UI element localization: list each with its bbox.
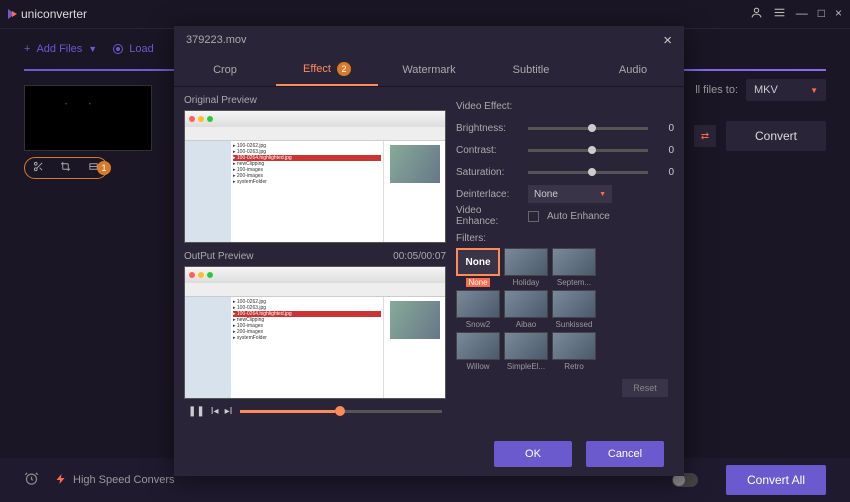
- ok-button[interactable]: OK: [494, 441, 572, 467]
- swap-button[interactable]: ⇄: [694, 125, 716, 147]
- output-label-suffix: ll files to:: [695, 84, 738, 96]
- modal-footer: OK Cancel: [174, 432, 684, 476]
- output-format-select[interactable]: MKV ▼: [746, 79, 826, 101]
- minimize-button[interactable]: —: [796, 6, 808, 22]
- video-enhance-label: Video Enhance:: [456, 205, 520, 227]
- add-files-button[interactable]: + Add Files ▼: [24, 43, 97, 55]
- chevron-down-icon: ▼: [88, 44, 97, 54]
- effect-controls: Video Effect: Brightness: 0 Contrast: 0 …: [456, 95, 674, 424]
- deinterlace-select[interactable]: None▼: [528, 185, 612, 203]
- reset-button[interactable]: Reset: [622, 379, 668, 397]
- menu-icon[interactable]: [773, 6, 786, 22]
- tab-audio[interactable]: Audio: [582, 54, 684, 86]
- load-button[interactable]: Load: [113, 43, 153, 55]
- lightning-icon: [55, 473, 67, 488]
- close-button[interactable]: ×: [835, 6, 842, 22]
- contrast-value: 0: [656, 145, 674, 156]
- high-speed-label: High Speed Convers: [73, 474, 175, 486]
- tab-crop[interactable]: Crop: [174, 54, 276, 86]
- filter-september[interactable]: Septem...: [552, 248, 596, 287]
- user-icon[interactable]: [750, 6, 763, 22]
- brightness-slider[interactable]: [528, 127, 648, 130]
- disc-icon: [113, 44, 123, 54]
- video-effect-heading: Video Effect:: [456, 101, 520, 112]
- preview-column: Original Preview ▸ 100-0262.jpg▸ 100-026…: [184, 95, 446, 424]
- file-card: 1: [24, 79, 154, 179]
- next-frame-button[interactable]: ▸I: [225, 406, 233, 417]
- auto-enhance-checkbox[interactable]: [528, 211, 539, 222]
- crop-icon[interactable]: [60, 161, 71, 175]
- convert-button[interactable]: Convert: [726, 121, 826, 151]
- effect-modal: 379223.mov × Crop Effect 2 Watermark Sub…: [174, 26, 684, 476]
- saturation-value: 0: [656, 167, 674, 178]
- filter-sunkissed[interactable]: Sunkissed: [552, 290, 596, 329]
- filter-snow2[interactable]: Snow2: [456, 290, 500, 329]
- deinterlace-label: Deinterlace:: [456, 189, 520, 200]
- app-brand: uniconverter: [8, 7, 87, 21]
- edit-tools-pill: 1: [24, 157, 108, 179]
- tab-watermark[interactable]: Watermark: [378, 54, 480, 86]
- filter-willow[interactable]: Willow: [456, 332, 500, 371]
- filter-none[interactable]: NoneNone: [456, 248, 500, 287]
- tab-effect[interactable]: Effect 2: [276, 54, 378, 86]
- app-name: uniconverter: [21, 7, 87, 21]
- output-format-row: ll files to: MKV ▼: [695, 79, 826, 101]
- close-icon[interactable]: ×: [663, 32, 672, 49]
- high-speed-toggle-label: High Speed Convers: [55, 473, 175, 488]
- filter-retro[interactable]: Retro: [552, 332, 596, 371]
- cancel-button[interactable]: Cancel: [586, 441, 664, 467]
- modal-filename: 379223.mov: [186, 34, 247, 46]
- seek-knob[interactable]: [335, 406, 345, 416]
- auto-enhance-label: Auto Enhance: [547, 211, 610, 222]
- brightness-value: 0: [656, 123, 674, 134]
- modal-tabs: Crop Effect 2 Watermark Subtitle Audio: [174, 54, 684, 87]
- seek-track[interactable]: [240, 410, 442, 413]
- brightness-label: Brightness:: [456, 123, 520, 134]
- chevron-down-icon: ▼: [810, 86, 818, 95]
- tab-subtitle[interactable]: Subtitle: [480, 54, 582, 86]
- load-label: Load: [129, 43, 153, 55]
- output-preview-label: OutPut Preview: [184, 251, 253, 262]
- video-thumbnail[interactable]: [24, 85, 152, 151]
- output-format-value: MKV: [754, 84, 778, 96]
- contrast-slider[interactable]: [528, 149, 648, 152]
- maximize-button[interactable]: □: [818, 6, 825, 22]
- add-files-label: Add Files: [36, 43, 82, 55]
- filter-grid: NoneNone Holiday Septem... Snow2 Aibao S…: [456, 248, 674, 371]
- output-preview: ▸ 100-0262.jpg▸ 100-0263.jpg▸ 100-0264.h…: [184, 266, 446, 399]
- filters-label: Filters:: [456, 233, 674, 244]
- callout-badge-1: 1: [97, 161, 111, 175]
- app-logo-icon: [8, 9, 15, 19]
- convert-all-button[interactable]: Convert All: [726, 465, 826, 495]
- original-preview: ▸ 100-0262.jpg▸ 100-0263.jpg▸ 100-0264.h…: [184, 110, 446, 243]
- trim-icon[interactable]: [33, 161, 44, 175]
- clock-icon[interactable]: [24, 471, 39, 489]
- pause-button[interactable]: ❚❚: [188, 406, 205, 417]
- contrast-label: Contrast:: [456, 145, 520, 156]
- timecode: 00:05/00:07: [393, 251, 446, 262]
- callout-badge-2: 2: [337, 62, 351, 76]
- filter-holiday[interactable]: Holiday: [504, 248, 548, 287]
- plus-icon: +: [24, 43, 30, 55]
- modal-header: 379223.mov ×: [174, 26, 684, 54]
- saturation-slider[interactable]: [528, 171, 648, 174]
- filter-aibao[interactable]: Aibao: [504, 290, 548, 329]
- titlebar: uniconverter — □ ×: [0, 0, 850, 28]
- prev-frame-button[interactable]: I◂: [211, 406, 219, 417]
- saturation-label: Saturation:: [456, 167, 520, 178]
- original-preview-label: Original Preview: [184, 95, 257, 106]
- filter-simpleelegance[interactable]: SimpleEl...: [504, 332, 548, 371]
- preview-timeline: ❚❚ I◂ ▸I: [184, 399, 446, 424]
